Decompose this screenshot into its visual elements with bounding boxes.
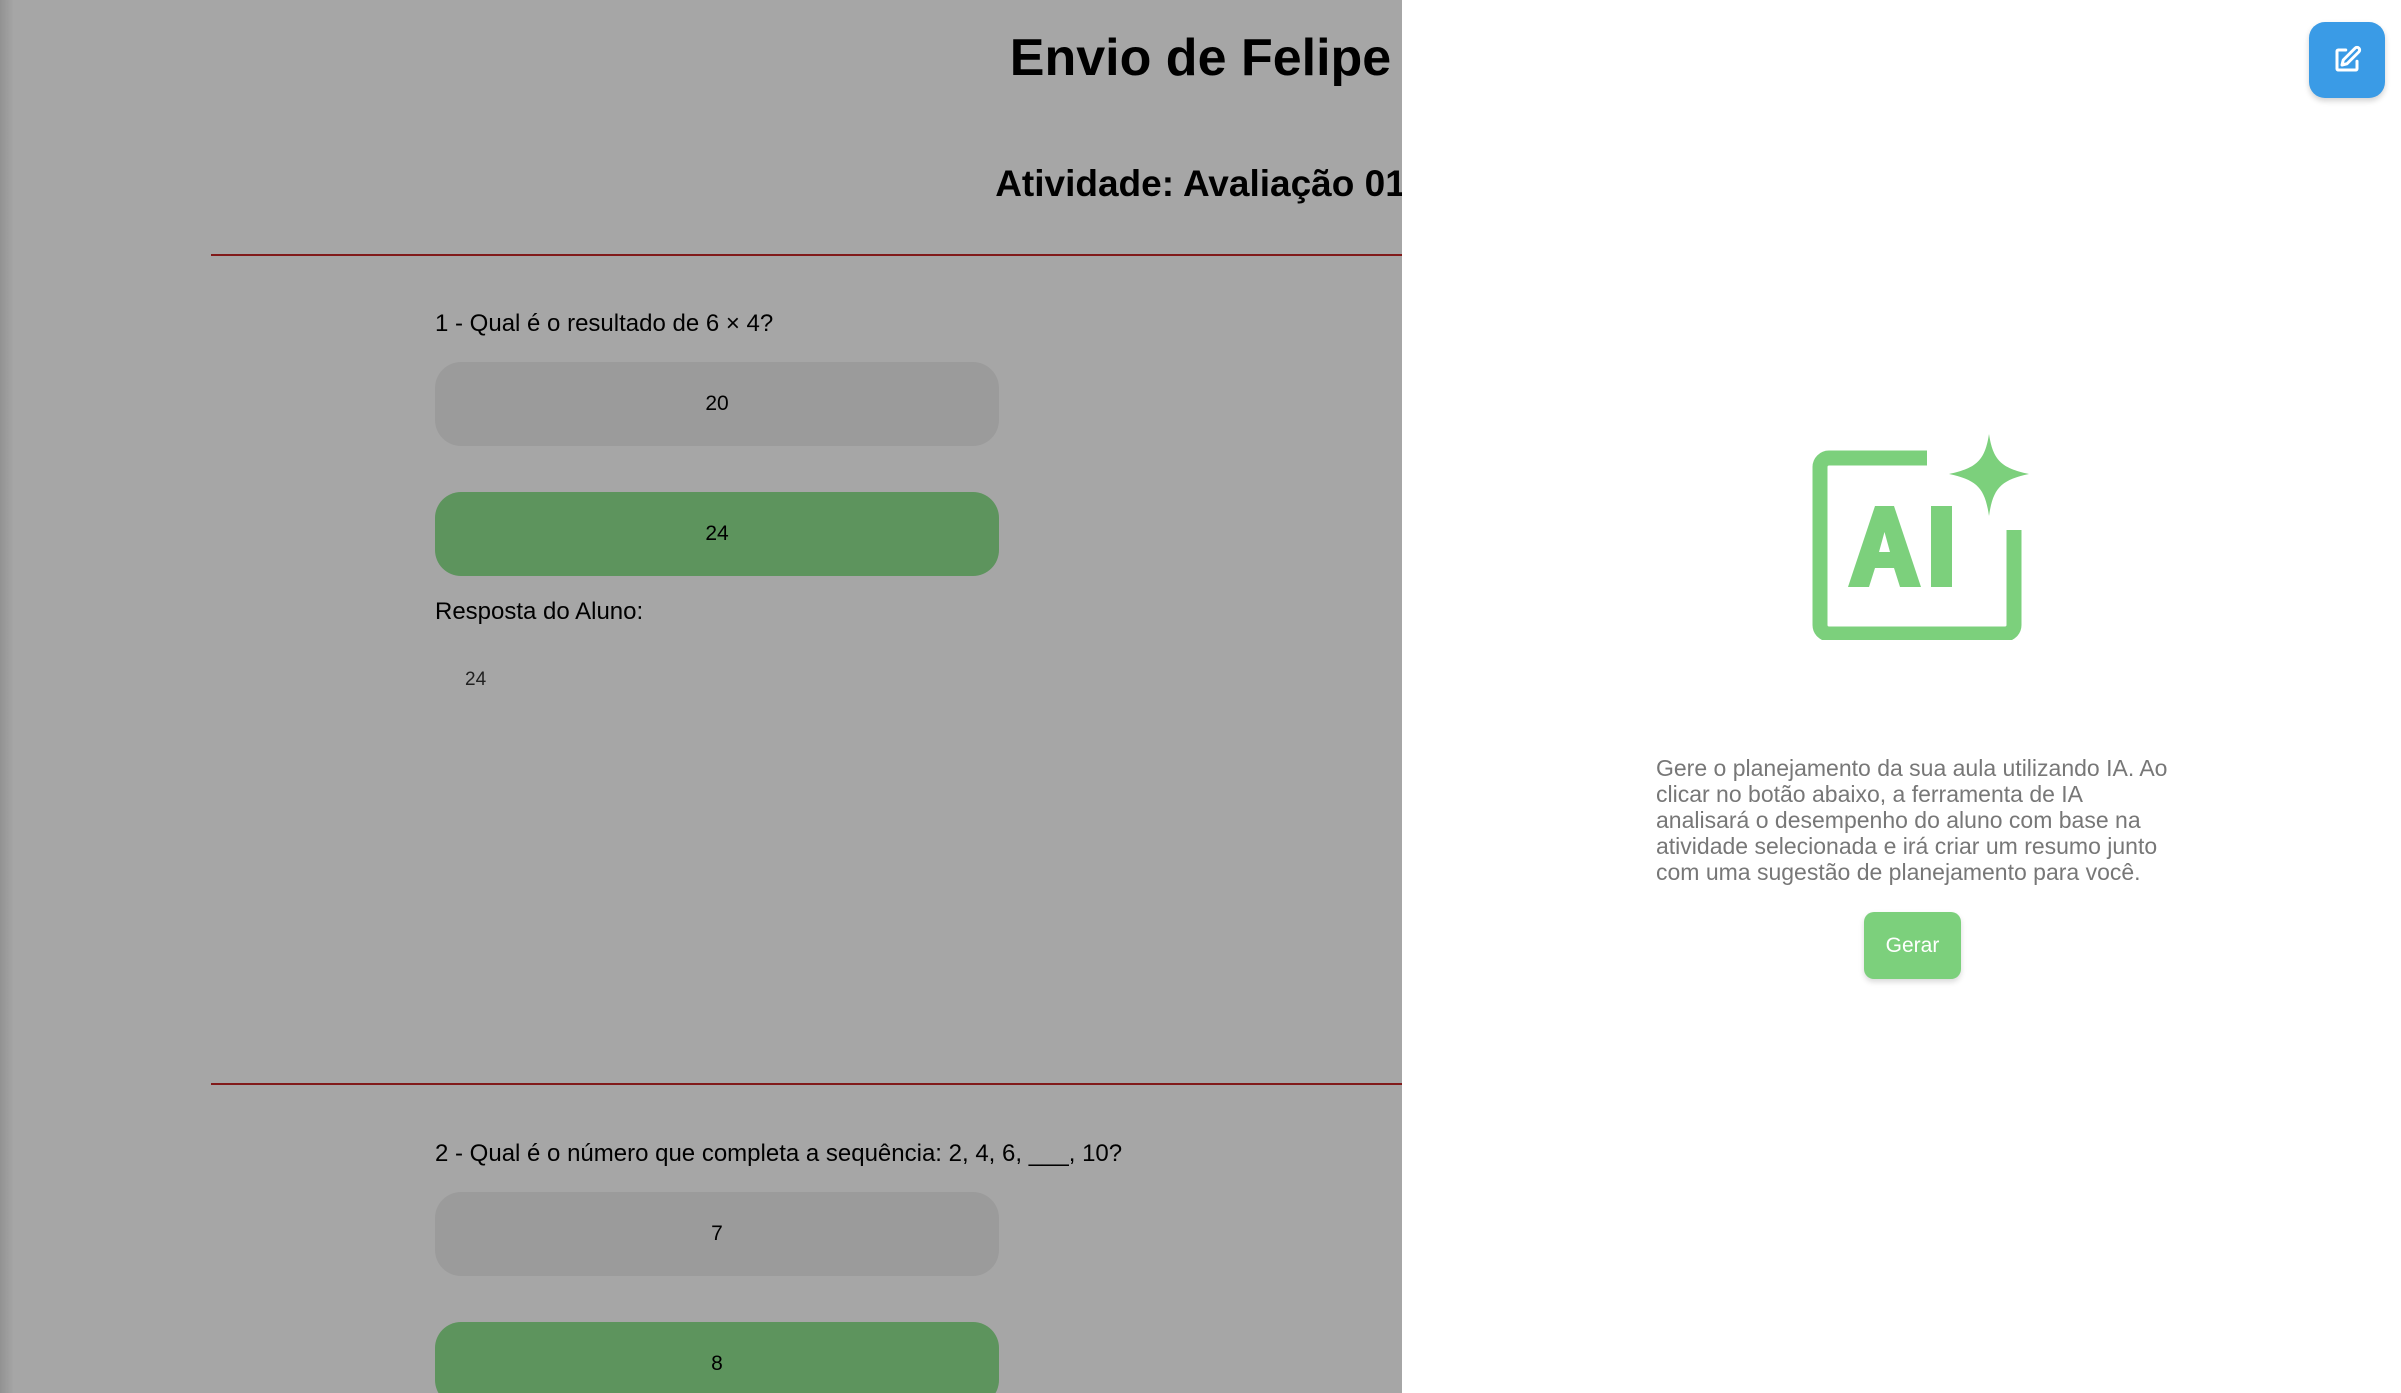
ai-planning-description: Gere o planejamento da sua aula utilizan…: [1656, 755, 2168, 885]
ai-planning-drawer: Gere o planejamento da sua aula utilizan…: [1402, 0, 2401, 1393]
edit-button[interactable]: [2309, 22, 2385, 98]
generate-button[interactable]: Gerar: [1864, 912, 1961, 979]
edit-icon: [2335, 45, 2362, 72]
backdrop-edge-shadow: [0, 0, 14, 1393]
ai-sparkle-icon: [1812, 434, 2029, 640]
